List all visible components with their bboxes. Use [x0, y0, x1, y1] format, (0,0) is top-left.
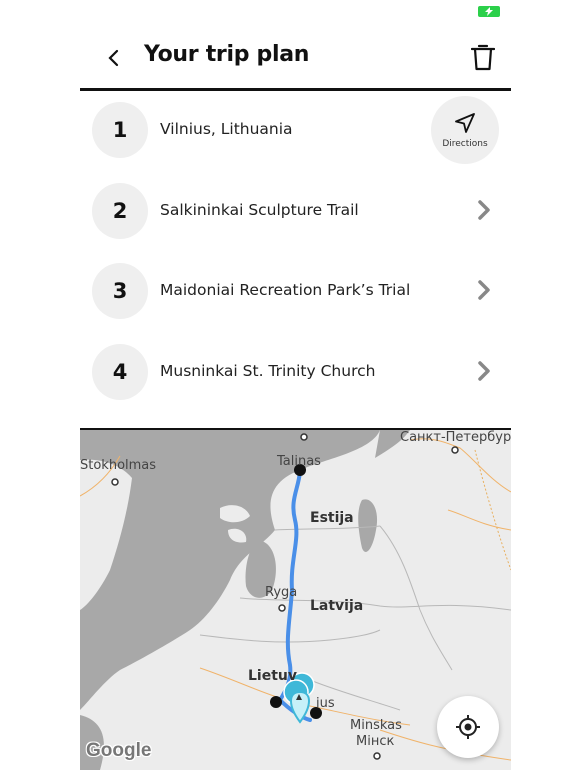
trash-icon: [471, 44, 495, 71]
header: Your trip plan: [80, 30, 511, 91]
stop-name: Maidoniai Recreation Park’s Trial: [160, 281, 411, 299]
stop-number: 3: [92, 263, 148, 319]
crosshair-icon: [456, 715, 480, 739]
stop-number: 2: [92, 182, 148, 239]
map-label-stockholm: Stokholmas: [80, 458, 157, 473]
stop-list: 1 Vilnius, Lithuania Directions 2 Salkin…: [80, 90, 511, 412]
map-label-minsk-cyrillic: Мінск: [356, 734, 395, 749]
map-label-st-petersburg: Санкт-Петербург: [400, 430, 511, 445]
stop-row-3[interactable]: 3 Maidoniai Recreation Park’s Trial: [80, 251, 511, 332]
google-logo: Google: [86, 740, 152, 761]
my-location-button[interactable]: [437, 696, 499, 758]
map-label-minsk: Minskas: [350, 718, 402, 733]
stop-row-4[interactable]: 4 Musninkai St. Trinity Church: [80, 332, 511, 413]
chevron-left-icon: [108, 49, 119, 67]
stop-name: Salkininkai Sculpture Trail: [160, 200, 359, 219]
map-label-estonia: Estija: [310, 510, 354, 526]
map-label-tallinn: Talinas: [277, 454, 321, 469]
stop-name: Musninkai St. Trinity Church: [160, 361, 376, 380]
chevron-right-icon: [478, 280, 490, 300]
back-button[interactable]: [100, 44, 128, 72]
chevron-right-icon: [478, 199, 490, 220]
stop-number: 4: [92, 343, 148, 400]
directions-button[interactable]: Directions: [431, 96, 499, 164]
map-view[interactable]: Stokholmas Talinas Санкт-Петербург Estij…: [80, 428, 511, 770]
page-title: Your trip plan: [144, 42, 310, 67]
navigation-arrow-icon: [455, 112, 475, 133]
stop-row-1[interactable]: 1 Vilnius, Lithuania Directions: [80, 90, 511, 171]
battery-icon: [478, 6, 500, 17]
stop-name: Vilnius, Lithuania: [160, 120, 293, 138]
stop-row-2[interactable]: 2 Salkininkai Sculpture Trail: [80, 171, 511, 252]
stop-number: 1: [92, 102, 148, 158]
map-label-vilnius: ius: [316, 696, 335, 711]
map-label-lithuania: Lietuv: [248, 668, 297, 684]
chevron-right-icon: [478, 360, 490, 381]
map-label-riga: Ryga: [265, 585, 298, 600]
status-bar: [0, 0, 576, 24]
directions-label: Directions: [442, 138, 488, 149]
map-label-latvia: Latvija: [310, 598, 364, 614]
delete-trip-button[interactable]: [467, 40, 499, 74]
